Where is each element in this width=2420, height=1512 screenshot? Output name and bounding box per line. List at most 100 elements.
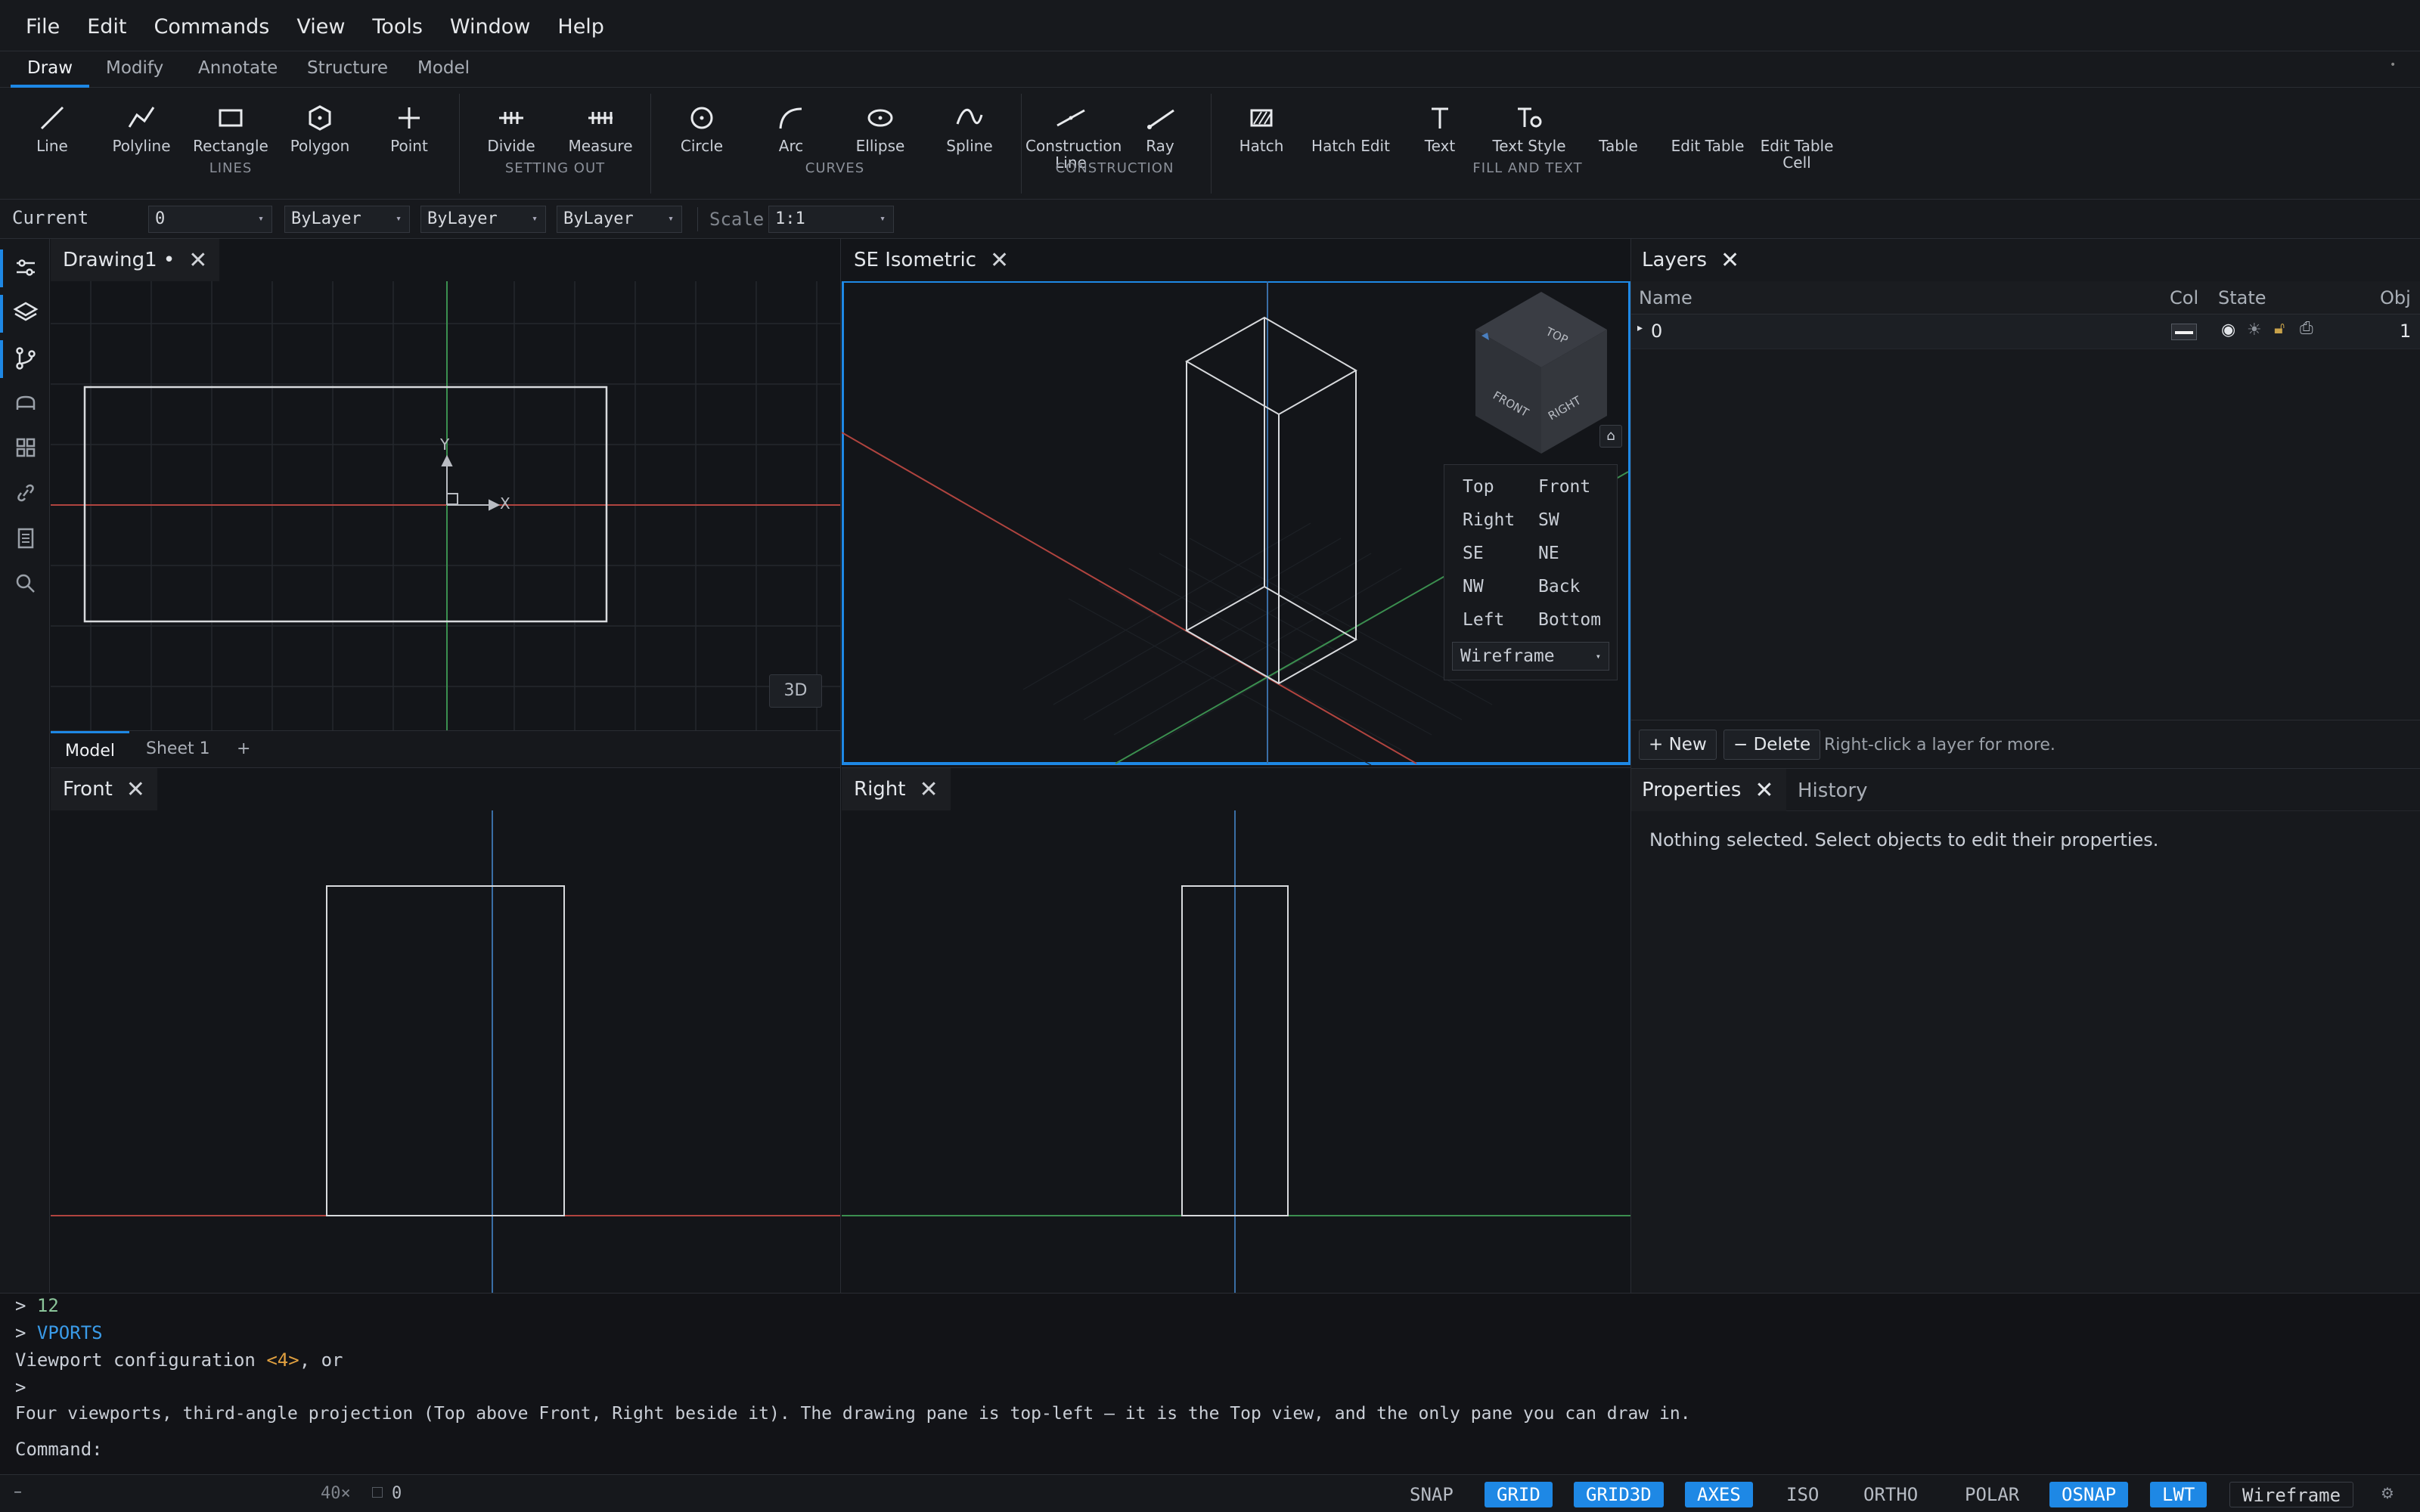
tool-rectangle[interactable]: Rectangle [185,103,276,154]
new-layer-button[interactable]: + New [1639,730,1717,760]
tab-annotate[interactable]: Annotate [198,51,278,88]
toggle-3d-button[interactable]: 3D [769,674,822,708]
view-preset-back[interactable]: Back [1538,577,1580,596]
add-sheet-button[interactable]: + [237,731,250,767]
view-preset-nw[interactable]: NW [1463,577,1484,596]
layer-lock-icon[interactable]: 🔓︎ [2274,319,2285,338]
sliders-icon[interactable] [12,254,39,281]
viewport-tab-right[interactable]: Right ✕ [842,768,951,810]
scale-select[interactable]: 1:1 ▾ [768,206,894,233]
sheet-tab-sheet1[interactable]: Sheet 1 [146,731,210,767]
tab-structure[interactable]: Structure [307,51,388,88]
layer-color-swatch[interactable] [2171,324,2197,340]
delete-layer-button[interactable]: − Delete [1723,730,1821,760]
grid-toggle[interactable]: GRID [1485,1482,1553,1507]
close-icon[interactable]: ✕ [919,776,938,803]
view-preset-top[interactable]: Top [1463,477,1494,497]
view-preset-front[interactable]: Front [1538,477,1590,497]
menu-help[interactable]: Help [544,0,618,51]
tool-polygon[interactable]: Polygon [275,103,365,154]
tool-text[interactable]: Text [1395,103,1485,154]
grid3d-toggle[interactable]: GRID3D [1574,1482,1664,1507]
color-select[interactable]: ByLayer ▾ [284,206,410,233]
tool-polyline[interactable]: Polyline [96,103,187,154]
tab-draw[interactable]: Draw [10,51,90,88]
tool-ray[interactable]: Ray [1115,103,1205,154]
tool-table[interactable]: Table [1573,103,1664,154]
close-icon[interactable]: ✕ [188,247,207,274]
tool-spline[interactable]: Spline [924,103,1015,154]
ribbon-collapse-icon[interactable]: • [2390,59,2396,71]
document-icon[interactable] [12,525,39,552]
close-icon[interactable]: ✕ [126,776,145,803]
viewport-tab-drawing1[interactable]: Drawing1 • ✕ [51,239,220,281]
tool-text-style[interactable]: Text Style [1484,103,1575,154]
menu-edit[interactable]: Edit [73,0,140,51]
close-icon[interactable]: ✕ [1754,777,1786,804]
layer-print-icon[interactable]: ⎙ [2300,319,2313,338]
settings-gear-icon[interactable]: ⚙ [2381,1484,2394,1502]
menu-window[interactable]: Window [436,0,544,51]
search-icon[interactable] [12,570,39,597]
snap-toggle[interactable]: SNAP [1398,1482,1466,1507]
layers-panel-tab[interactable]: Layers ✕ [1631,239,1739,281]
close-icon[interactable]: ✕ [990,247,1009,274]
right-view-canvas[interactable] [842,810,1630,1293]
blocks-grid-icon[interactable] [12,434,39,461]
expand-triangle-icon[interactable]: ▸ [1637,322,1643,334]
tool-line[interactable]: Line [7,103,98,154]
command-input-row[interactable]: Command: [15,1439,103,1460]
tool-arc[interactable]: Arc [746,103,836,154]
front-view-canvas[interactable] [51,810,841,1293]
tool-edit-table[interactable]: Edit Table [1662,103,1753,154]
viewport-right[interactable]: Right ✕ [842,768,1630,1293]
tool-point[interactable]: Point [364,103,455,154]
tool-hatch-edit[interactable]: Hatch Edit [1305,103,1396,154]
view-preset-sw[interactable]: SW [1538,510,1559,530]
link-icon[interactable] [12,479,39,507]
viewport-tab-front[interactable]: Front ✕ [51,768,157,810]
axes-toggle[interactable]: AXES [1685,1482,1753,1507]
render-mode-button[interactable]: Wireframe [2229,1482,2354,1507]
tab-history[interactable]: History [1798,779,1868,802]
layer-row[interactable]: ▸ 0 ◉ ☀ 🔓︎ ⎙ 1 [1631,314,2420,349]
home-view-icon[interactable]: ⌂ [1599,425,1622,448]
visual-style-select[interactable]: Wireframe ▾ [1452,642,1609,671]
viewcube[interactable]: TOP FRONT RIGHT [1462,287,1621,469]
view-preset-ne[interactable]: NE [1538,544,1559,563]
view-preset-right[interactable]: Right [1463,510,1515,530]
viewport-se-isometric[interactable]: SE Isometric ✕ TOP FRONT RIGHT ⌂ Top Fro… [842,239,1630,768]
branch-icon[interactable] [12,345,39,372]
tool-measure[interactable]: Measure [555,103,646,154]
menu-commands[interactable]: Commands [140,0,283,51]
view-preset-bottom[interactable]: Bottom [1538,610,1601,630]
ortho-toggle[interactable]: ORTHO [1851,1482,1930,1507]
lwt-toggle[interactable]: LWT [2150,1482,2207,1507]
tab-properties[interactable]: Properties ✕ [1631,769,1786,811]
menu-view[interactable]: View [283,0,358,51]
tab-modify[interactable]: Modify [106,51,163,88]
command-option-highlight[interactable]: <4> [266,1349,299,1371]
sheet-tab-model[interactable]: Model [51,731,129,767]
menu-file[interactable]: File [12,0,73,51]
view-preset-se[interactable]: SE [1463,544,1484,563]
linetype-select[interactable]: ByLayer ▾ [420,206,546,233]
layers-icon[interactable] [12,299,39,327]
tool-edit-table-cell[interactable]: Edit Table Cell [1751,103,1842,171]
polar-toggle[interactable]: POLAR [1953,1482,2031,1507]
tool-circle[interactable]: Circle [656,103,747,154]
tool-divide[interactable]: Divide [466,103,557,154]
layer-on-icon[interactable]: ◉ [2221,321,2235,339]
layer-freeze-icon[interactable]: ☀ [2247,321,2262,339]
lineweight-select[interactable]: ByLayer ▾ [557,206,682,233]
tool-hatch[interactable]: Hatch [1216,103,1307,154]
close-icon[interactable]: ✕ [1720,247,1739,274]
tab-model[interactable]: Model [417,51,470,88]
tool-ellipse[interactable]: Ellipse [835,103,926,154]
viewport-tab-se-isometric[interactable]: SE Isometric ✕ [842,239,1022,281]
menu-tools[interactable]: Tools [358,0,436,51]
osnap-toggle[interactable]: OSNAP [2049,1482,2129,1507]
sofa-icon[interactable] [12,390,39,417]
iso-toggle[interactable]: ISO [1774,1482,1831,1507]
view-preset-left[interactable]: Left [1463,610,1504,630]
